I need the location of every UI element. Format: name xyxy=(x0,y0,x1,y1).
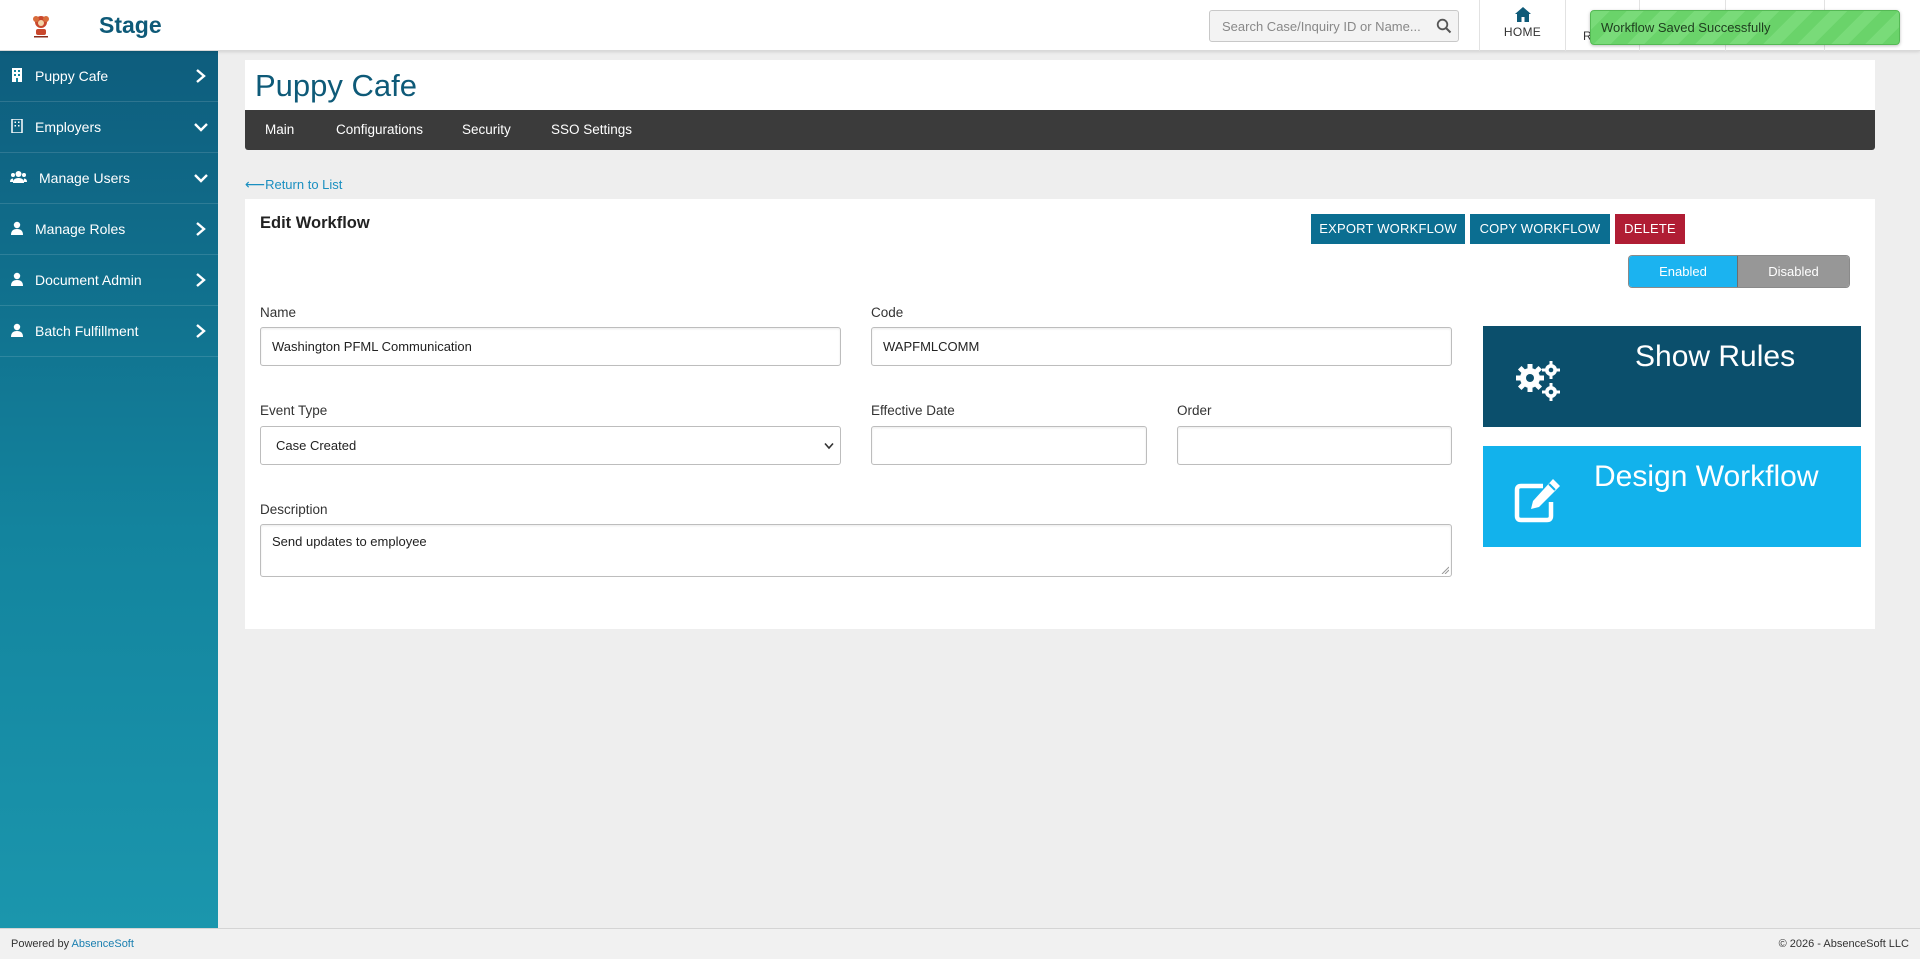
user-icon xyxy=(11,323,23,337)
page-header: Puppy Cafe xyxy=(245,60,1875,110)
design-workflow-label: Design Workflow xyxy=(1594,460,1819,493)
sidebar-item-label: Puppy Cafe xyxy=(35,68,109,84)
absencesoft-link[interactable]: AbsenceSoft xyxy=(72,938,134,950)
code-label: Code xyxy=(871,305,904,320)
name-field[interactable] xyxy=(260,327,841,366)
event-type-value: Case Created xyxy=(276,438,357,453)
tab-main[interactable]: Main xyxy=(265,122,294,137)
return-link-label: Return to List xyxy=(265,177,343,192)
edit-workflow-card: Edit Workflow EXPORT WORKFLOW COPY WORKF… xyxy=(245,199,1875,629)
copy-workflow-button[interactable]: COPY WORKFLOW xyxy=(1470,214,1610,244)
tab-configurations[interactable]: Configurations xyxy=(336,122,423,137)
sidebar-item-label: Employers xyxy=(35,119,102,135)
user-icon xyxy=(11,221,23,235)
tab-security[interactable]: Security xyxy=(462,122,511,137)
order-label: Order xyxy=(1177,403,1212,418)
edit-icon xyxy=(1514,479,1560,523)
sidebar: Puppy Cafe Employers Manage Users Manage… xyxy=(0,51,218,928)
sidebar-item-document-admin[interactable]: Document Admin xyxy=(0,255,218,306)
sidebar-item-label: Manage Roles xyxy=(35,221,126,237)
tab-sso-settings[interactable]: SSO Settings xyxy=(551,122,632,137)
resize-handle-icon[interactable] xyxy=(1441,566,1449,574)
name-label: Name xyxy=(260,305,297,320)
tab-bar: Main Configurations Security SSO Setting… xyxy=(245,110,1875,150)
search-box[interactable] xyxy=(1209,10,1459,42)
description-field[interactable]: Send updates to employee xyxy=(260,524,1452,577)
sidebar-item-manage-users[interactable]: Manage Users xyxy=(0,153,218,204)
app-title[interactable]: Stage xyxy=(99,12,162,39)
sidebar-item-label: Manage Users xyxy=(39,170,131,186)
show-rules-label: Show Rules xyxy=(1635,340,1796,373)
page-title: Puppy Cafe xyxy=(255,68,417,103)
chevron-down-icon xyxy=(194,174,208,183)
event-type-label: Event Type xyxy=(260,403,328,418)
sidebar-item-manage-roles[interactable]: Manage Roles xyxy=(0,204,218,255)
effective-date-label: Effective Date xyxy=(871,403,955,418)
description-value: Send updates to employee xyxy=(272,534,427,549)
export-workflow-button[interactable]: EXPORT WORKFLOW xyxy=(1311,214,1465,244)
event-type-select[interactable]: Case Created xyxy=(260,426,841,465)
design-workflow-button[interactable]: Design Workflow xyxy=(1483,446,1861,547)
footer-copyright: © 2026 - AbsenceSoft LLC xyxy=(1778,938,1909,950)
users-icon xyxy=(10,171,27,183)
sidebar-item-label: Document Admin xyxy=(35,272,142,288)
chevron-right-icon xyxy=(196,324,206,338)
search-icon[interactable] xyxy=(1436,18,1452,34)
sidebar-item-batch-fulfillment[interactable]: Batch Fulfillment xyxy=(0,306,218,357)
chevron-down-icon xyxy=(824,442,834,450)
chevron-right-icon xyxy=(196,273,206,287)
toggle-enabled-option[interactable]: Enabled xyxy=(1629,256,1737,287)
puppy-cafe-logo xyxy=(33,16,49,38)
toggle-disabled-option[interactable]: Disabled xyxy=(1737,256,1849,287)
sidebar-item-puppy-cafe[interactable]: Puppy Cafe xyxy=(0,51,218,102)
sidebar-item-label: Batch Fulfillment xyxy=(35,323,139,339)
description-label: Description xyxy=(260,502,328,517)
effective-date-field[interactable] xyxy=(871,426,1147,465)
chevron-down-icon xyxy=(194,123,208,132)
sidebar-item-employers[interactable]: Employers xyxy=(0,102,218,153)
card-title: Edit Workflow xyxy=(260,214,370,232)
powered-by-text: Powered by xyxy=(11,938,70,950)
gears-icon xyxy=(1516,361,1560,401)
chevron-right-icon xyxy=(196,69,206,83)
order-field[interactable] xyxy=(1177,426,1452,465)
code-field[interactable] xyxy=(871,327,1452,366)
building-icon xyxy=(12,68,22,82)
search-input[interactable] xyxy=(1210,11,1425,41)
footer: Powered by AbsenceSoft © 2026 - AbsenceS… xyxy=(0,928,1920,959)
nav-home[interactable]: HOME xyxy=(1479,0,1565,51)
enabled-toggle[interactable]: Enabled Disabled xyxy=(1629,256,1849,287)
user-icon xyxy=(11,272,23,286)
chevron-right-icon xyxy=(196,222,206,236)
arrow-left-icon: ⟵ xyxy=(245,176,266,192)
home-icon xyxy=(1514,7,1531,22)
delete-button[interactable]: DELETE xyxy=(1615,214,1685,244)
show-rules-button[interactable]: Show Rules xyxy=(1483,326,1861,427)
return-to-list-link[interactable]: ⟵Return to List xyxy=(245,176,342,193)
footer-powered-by: Powered by AbsenceSoft xyxy=(11,938,134,950)
building-icon xyxy=(11,119,23,133)
success-toast[interactable]: Workflow Saved Successfully xyxy=(1590,10,1900,45)
nav-home-label: HOME xyxy=(1503,25,1542,39)
